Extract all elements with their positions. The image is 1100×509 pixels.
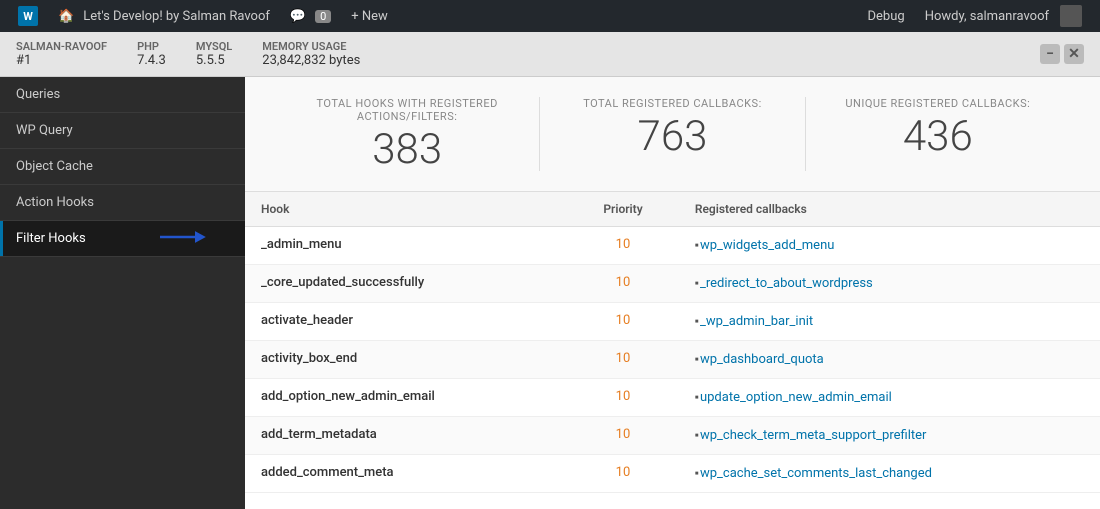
wp-icon: W xyxy=(18,6,38,26)
memory-value: 23,842,832 bytes xyxy=(262,53,360,68)
debug-label: Debug xyxy=(867,9,904,24)
list-item: update_option_new_admin_email xyxy=(695,389,1084,406)
sidebar-wp-query-label: WP Query xyxy=(16,123,73,138)
list-item: wp_cache_set_comments_last_changed xyxy=(695,465,1084,482)
hooks-table: Hook Priority Registered callbacks _admi… xyxy=(245,192,1100,493)
site-name-label: Let's Develop! by Salman Ravoof xyxy=(83,9,270,24)
table-header-row: Hook Priority Registered callbacks xyxy=(245,192,1100,227)
sidebar-item-filter-hooks[interactable]: Filter Hooks xyxy=(0,221,245,257)
table-row: activity_box_end10 wp_dashboard_quota xyxy=(245,341,1100,379)
minimize-button[interactable]: − xyxy=(1040,44,1060,64)
total-callbacks-stat: TOTAL REGISTERED CALLBACKS: 763 xyxy=(540,97,805,171)
table-row: _core_updated_successfully10 _redirect_to… xyxy=(245,265,1100,303)
hook-cell: activate_header xyxy=(245,303,567,341)
total-hooks-stat: TOTAL HOOKS WITH REGISTERED ACTIONS/FILT… xyxy=(275,97,540,171)
hook-cell: _admin_menu xyxy=(245,227,567,265)
server-info: SALMAN-RAVOOF #1 xyxy=(16,40,107,68)
hook-cell: _core_updated_successfully xyxy=(245,265,567,303)
unique-callbacks-value: 436 xyxy=(806,116,1070,158)
callbacks-cell: wp_check_term_meta_support_prefilter xyxy=(679,417,1100,455)
callbacks-cell: update_option_new_admin_email xyxy=(679,379,1100,417)
table-body: _admin_menu10wp_widgets_add_menu_core_up… xyxy=(245,227,1100,493)
hook-column-header: Hook xyxy=(245,192,567,227)
memory-info: Memory Usage 23,842,832 bytes xyxy=(262,40,360,68)
debug-item[interactable]: Debug xyxy=(857,0,914,32)
priority-cell: 10 xyxy=(567,417,679,455)
admin-bar: W 🏠 Let's Develop! by Salman Ravoof 💬 0 … xyxy=(0,0,1100,32)
total-hooks-label: TOTAL HOOKS WITH REGISTERED ACTIONS/FILT… xyxy=(275,97,539,123)
mysql-value: 5.5.5 xyxy=(196,53,232,68)
server-label: SALMAN-RAVOOF xyxy=(16,40,107,53)
mysql-info: MySQL 5.5.5 xyxy=(196,40,232,68)
stats-row: TOTAL HOOKS WITH REGISTERED ACTIONS/FILT… xyxy=(245,77,1100,192)
table-row: _admin_menu10 wp_widgets_add_menu xyxy=(245,227,1100,265)
mysql-label: MySQL xyxy=(196,40,232,53)
total-callbacks-label: TOTAL REGISTERED CALLBACKS: xyxy=(540,97,804,110)
comment-icon: 💬 xyxy=(290,9,306,24)
comments-badge: 0 xyxy=(315,10,331,23)
hook-cell: add_option_new_admin_email xyxy=(245,379,567,417)
callbacks-column-header: Registered callbacks xyxy=(679,192,1100,227)
list-item: wp_check_term_meta_support_prefilter xyxy=(695,427,1084,444)
unique-callbacks-label: UNIQUE REGISTERED CALLBACKS: xyxy=(806,97,1070,110)
new-label: + New xyxy=(351,9,388,24)
priority-cell: 10 xyxy=(567,379,679,417)
sidebar-item-wp-query[interactable]: WP Query xyxy=(0,113,245,149)
php-label: PHP xyxy=(137,40,166,53)
priority-cell: 10 xyxy=(567,265,679,303)
callbacks-cell: _redirect_to_about_wordpress xyxy=(679,265,1100,303)
list-item: _redirect_to_about_wordpress xyxy=(695,275,1084,292)
priority-cell: 10 xyxy=(567,341,679,379)
arrow-indicator xyxy=(160,225,210,253)
php-value: 7.4.3 xyxy=(137,53,166,68)
sidebar-filter-hooks-label: Filter Hooks xyxy=(16,231,86,246)
callbacks-cell: wp_cache_set_comments_last_changed xyxy=(679,455,1100,493)
home-icon: 🏠 xyxy=(58,9,74,24)
callbacks-cell: wp_widgets_add_menu xyxy=(679,227,1100,265)
table-row: add_term_metadata10 wp_check_term_meta_su… xyxy=(245,417,1100,455)
system-info-bar: SALMAN-RAVOOF #1 PHP 7.4.3 MySQL 5.5.5 M… xyxy=(0,32,1100,77)
hook-cell: added_comment_meta xyxy=(245,455,567,493)
sidebar-action-hooks-label: Action Hooks xyxy=(16,195,94,210)
table-row: added_comment_meta10 wp_cache_set_comment… xyxy=(245,455,1100,493)
priority-cell: 10 xyxy=(567,455,679,493)
priority-cell: 10 xyxy=(567,227,679,265)
site-name-item[interactable]: 🏠 Let's Develop! by Salman Ravoof xyxy=(48,0,280,32)
wp-logo-item[interactable]: W xyxy=(8,0,48,32)
total-hooks-value: 383 xyxy=(275,129,539,171)
sidebar-item-queries[interactable]: Queries xyxy=(0,77,245,113)
table-row: activate_header10 _wp_admin_bar_init xyxy=(245,303,1100,341)
content-area: TOTAL HOOKS WITH REGISTERED ACTIONS/FILT… xyxy=(245,77,1100,509)
sidebar-queries-label: Queries xyxy=(16,87,60,102)
main-layout: Queries WP Query Object Cache Action Hoo… xyxy=(0,77,1100,509)
priority-column-header: Priority xyxy=(567,192,679,227)
hook-cell: activity_box_end xyxy=(245,341,567,379)
memory-label: Memory Usage xyxy=(262,40,360,53)
table-row: add_option_new_admin_email10 update_optio… xyxy=(245,379,1100,417)
list-item: _wp_admin_bar_init xyxy=(695,313,1084,330)
callbacks-cell: wp_dashboard_quota xyxy=(679,341,1100,379)
unique-callbacks-stat: UNIQUE REGISTERED CALLBACKS: 436 xyxy=(806,97,1070,171)
howdy-item[interactable]: Howdy, salmanravoof xyxy=(915,0,1092,32)
hook-cell: add_term_metadata xyxy=(245,417,567,455)
php-info: PHP 7.4.3 xyxy=(137,40,166,68)
total-callbacks-value: 763 xyxy=(540,116,804,158)
sidebar-item-object-cache[interactable]: Object Cache xyxy=(0,149,245,185)
avatar xyxy=(1060,5,1082,27)
priority-cell: 10 xyxy=(567,303,679,341)
sidebar-item-action-hooks[interactable]: Action Hooks xyxy=(0,185,245,221)
comments-item[interactable]: 💬 0 xyxy=(280,0,341,32)
sidebar-object-cache-label: Object Cache xyxy=(16,159,93,174)
sidebar: Queries WP Query Object Cache Action Hoo… xyxy=(0,77,245,509)
list-item: wp_widgets_add_menu xyxy=(695,237,1084,254)
server-value: #1 xyxy=(16,53,107,68)
close-button[interactable]: ✕ xyxy=(1064,44,1084,64)
sysbar-controls: − ✕ xyxy=(1040,44,1084,64)
callbacks-cell: _wp_admin_bar_init xyxy=(679,303,1100,341)
howdy-label: Howdy, salmanravoof xyxy=(925,9,1049,24)
list-item: wp_dashboard_quota xyxy=(695,351,1084,368)
new-item[interactable]: + New xyxy=(341,0,398,32)
